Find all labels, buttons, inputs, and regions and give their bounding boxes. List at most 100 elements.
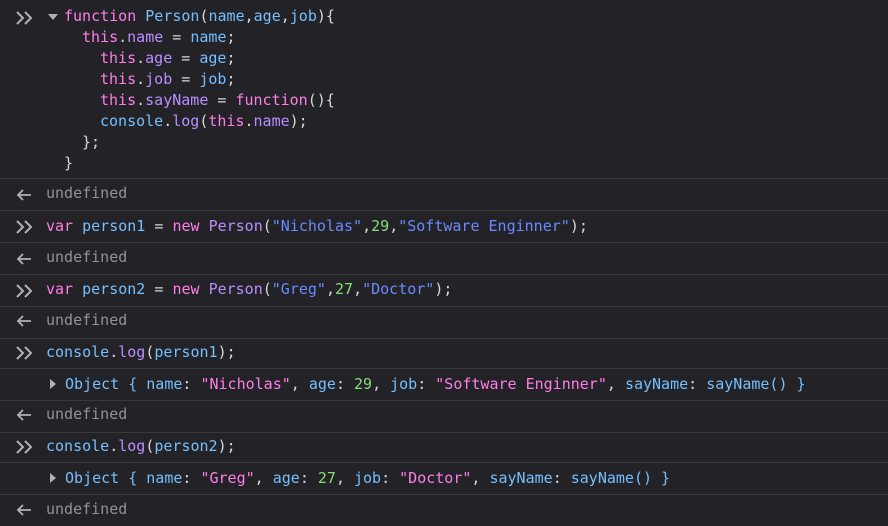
code-line: console.log(this.name); [100,111,308,132]
token: name [146,375,183,393]
token: sayName [624,375,689,393]
token: name [208,7,245,25]
code-line: function Person(name,age,job){ [64,6,335,27]
token: age [145,49,173,67]
token: age [272,469,300,487]
token: name [127,28,164,46]
token: Person [145,7,200,25]
token: name [146,469,183,487]
console-input-entry[interactable]: console.log(person2); [0,432,888,462]
code-line: this.age = age; [100,48,235,69]
token: : [182,469,201,487]
token: 27 [317,469,336,487]
token: Object [65,469,120,487]
token: ; [226,28,236,46]
double-chevron-right-icon [14,217,36,237]
token: age [253,7,281,25]
token: new [172,280,200,298]
arrow-left-icon [14,311,36,331]
token: , [606,375,625,393]
token: } [652,469,671,487]
token: : [182,375,201,393]
console-input-entry[interactable]: var person1 = new Person("Nicholas",29,"… [0,210,888,242]
token: } [787,375,806,393]
token: ); [217,343,236,361]
token: { [119,469,147,487]
code-line: } [64,153,73,174]
code-line: this.sayName = function(){ [100,90,335,111]
token: ); [217,437,236,455]
token: , [244,7,254,25]
token: . [109,343,119,361]
console-input-entry[interactable]: var person2 = new Person("Greg",27,"Doct… [0,274,888,306]
token: : [688,375,707,393]
expand-triangle-icon[interactable] [50,473,56,483]
token: ); [289,112,308,130]
token: "Doctor" [399,469,472,487]
arrow-left-icon [14,405,36,425]
token: . [136,49,146,67]
token: ; [226,70,236,88]
code-line: console.log(person2); [46,436,236,457]
console-log-output[interactable]: Object { name: "Nicholas", age: 29, job:… [0,368,888,400]
console-input-entry[interactable]: function Person(name,age,job){ this.name… [0,0,888,178]
collapse-triangle-icon[interactable] [48,14,58,20]
console-result-entry: undefined [0,494,888,526]
arrow-left-icon [14,185,36,205]
token: job [354,469,382,487]
token: console [100,112,164,130]
token: : [381,469,400,487]
expand-triangle-icon[interactable] [50,379,56,389]
web-console-output: function Person(name,age,job){ this.name… [0,0,888,526]
token: var [46,280,74,298]
token: this [208,112,245,130]
token: person1 [154,343,218,361]
token: , [389,217,399,235]
token: "Nicholas" [271,217,363,235]
token: . [244,112,254,130]
result-value: undefined [46,500,128,518]
token: this [100,91,137,109]
result-value: undefined [46,248,128,266]
token: name [190,28,227,46]
token: this [100,70,137,88]
token: function [64,7,137,25]
arrow-left-icon [14,500,36,520]
token: , [353,280,363,298]
token: "Greg" [200,469,255,487]
token: , [372,375,391,393]
code-line: this.job = job; [100,69,235,90]
console-input-entry[interactable]: console.log(person1); [0,338,888,368]
token: console [46,343,110,361]
token: "Doctor" [362,280,435,298]
token: 29 [371,217,390,235]
double-chevron-right-icon [14,437,36,457]
token: person1 [82,217,146,235]
object-preview: Object { name: "Greg", age: 27, job: "Do… [65,468,670,489]
token: var [46,217,74,235]
console-log-output[interactable]: Object { name: "Greg", age: 27, job: "Do… [0,462,888,494]
arrow-left-icon [14,249,36,269]
token: (){ [307,91,335,109]
token: . [136,91,146,109]
result-value: undefined [46,184,128,202]
code-line: var person2 = new Person("Greg",27,"Doct… [46,279,452,300]
token: . [163,112,173,130]
token: ){ [316,7,335,25]
result-value: undefined [46,405,128,423]
token: ); [434,280,453,298]
token: log [172,112,200,130]
token: Person [208,280,263,298]
token: name [253,112,290,130]
token: , [290,375,309,393]
token: ( [262,280,272,298]
token: = [145,217,173,235]
token: job [145,70,173,88]
token: age [308,375,336,393]
token: person2 [154,437,218,455]
token: }; [82,133,101,151]
